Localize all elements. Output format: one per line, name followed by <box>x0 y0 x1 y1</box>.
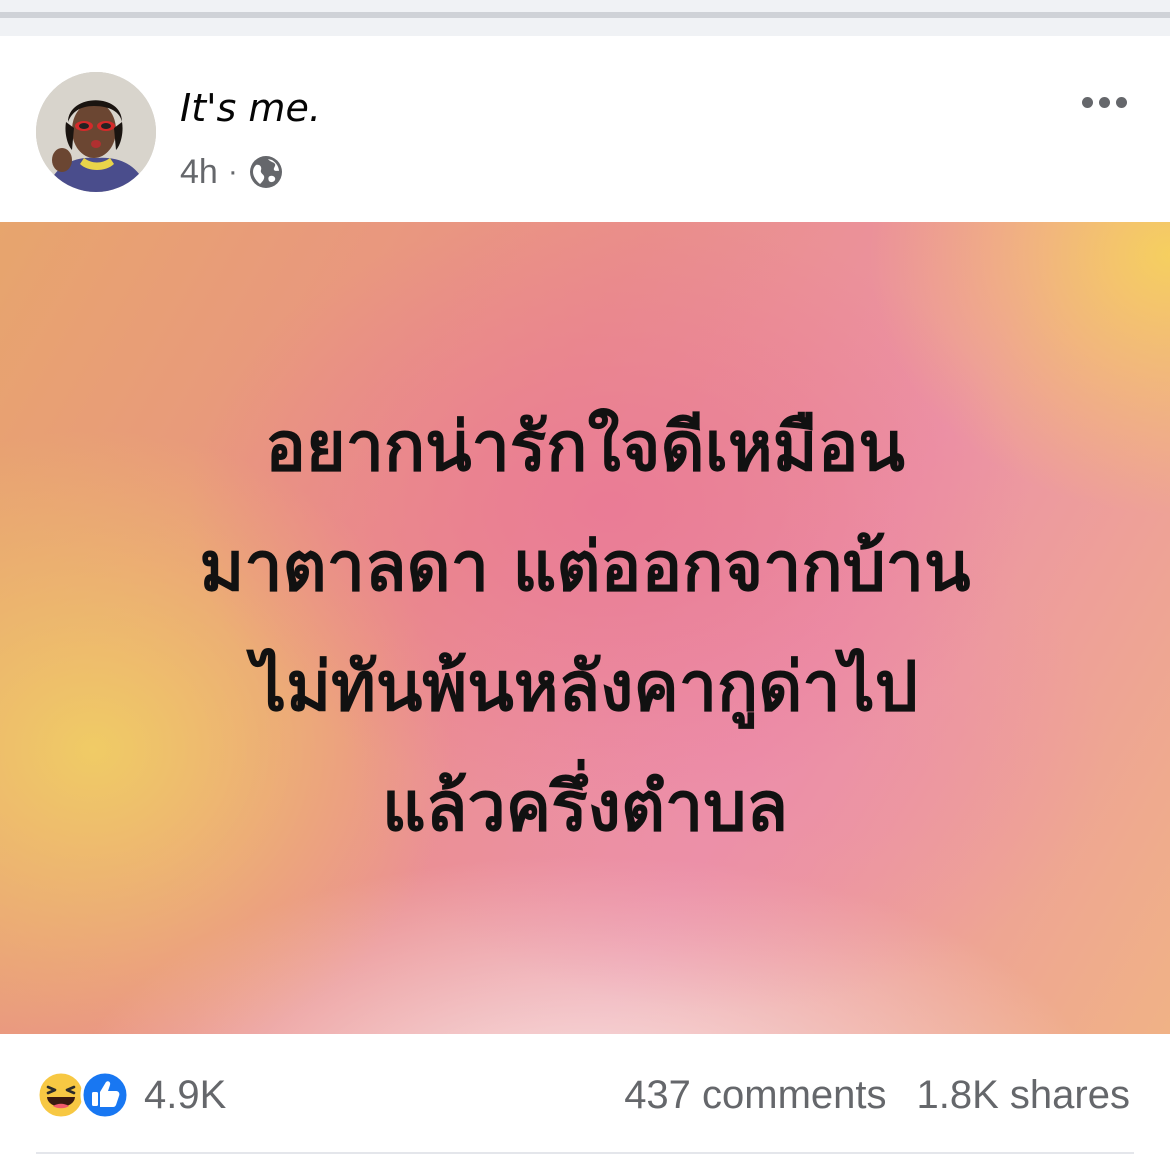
background-text-post: อยากน่ารักใจดีเหมือน มาตาลดา แต่ออกจากบ้… <box>0 222 1170 1034</box>
feed-post: It's me. 4h · อยากน่ารักใจดีเหมือน มาตาล… <box>0 36 1170 1176</box>
post-text-line: แล้วครึ่งตำบล <box>381 768 789 847</box>
like-icon <box>80 1070 130 1120</box>
engagement-stats: 437 comments 1.8K shares <box>624 1070 1130 1120</box>
more-dot <box>1115 96 1127 108</box>
avatar[interactable] <box>36 72 156 192</box>
post-meta: 4h · <box>180 150 284 194</box>
post-time[interactable]: 4h <box>180 153 218 192</box>
post-text-line: ไม่ทันพ้นหลังคากูด่าไป <box>252 648 918 727</box>
post-header: It's me. 4h · <box>0 36 1170 222</box>
post-text: อยากน่ารักใจดีเหมือน มาตาลดา แต่ออกจากบ้… <box>60 222 1110 1034</box>
avatar-image <box>36 72 156 192</box>
shares-count[interactable]: 1.8K shares <box>917 1073 1130 1118</box>
more-dot <box>1081 96 1093 108</box>
post-text-line: อยากน่ารักใจดีเหมือน <box>265 408 905 487</box>
divider <box>0 12 1170 18</box>
divider <box>36 1152 1134 1154</box>
author-name[interactable]: It's me. <box>180 86 321 130</box>
post-footer: 4.9K 437 comments 1.8K shares <box>0 1034 1170 1176</box>
feed-separator <box>0 0 1170 36</box>
reaction-count: 4.9K <box>144 1072 227 1117</box>
more-options-icon[interactable] <box>1072 84 1136 120</box>
more-dot <box>1098 96 1110 108</box>
globe-icon[interactable] <box>248 154 284 190</box>
haha-icon <box>36 1070 86 1120</box>
meta-separator: · <box>227 155 238 188</box>
reaction-summary[interactable]: 4.9K <box>36 1070 226 1120</box>
comments-count[interactable]: 437 comments <box>624 1073 886 1118</box>
post-text-line: มาตาลดา แต่ออกจากบ้าน <box>199 528 971 607</box>
